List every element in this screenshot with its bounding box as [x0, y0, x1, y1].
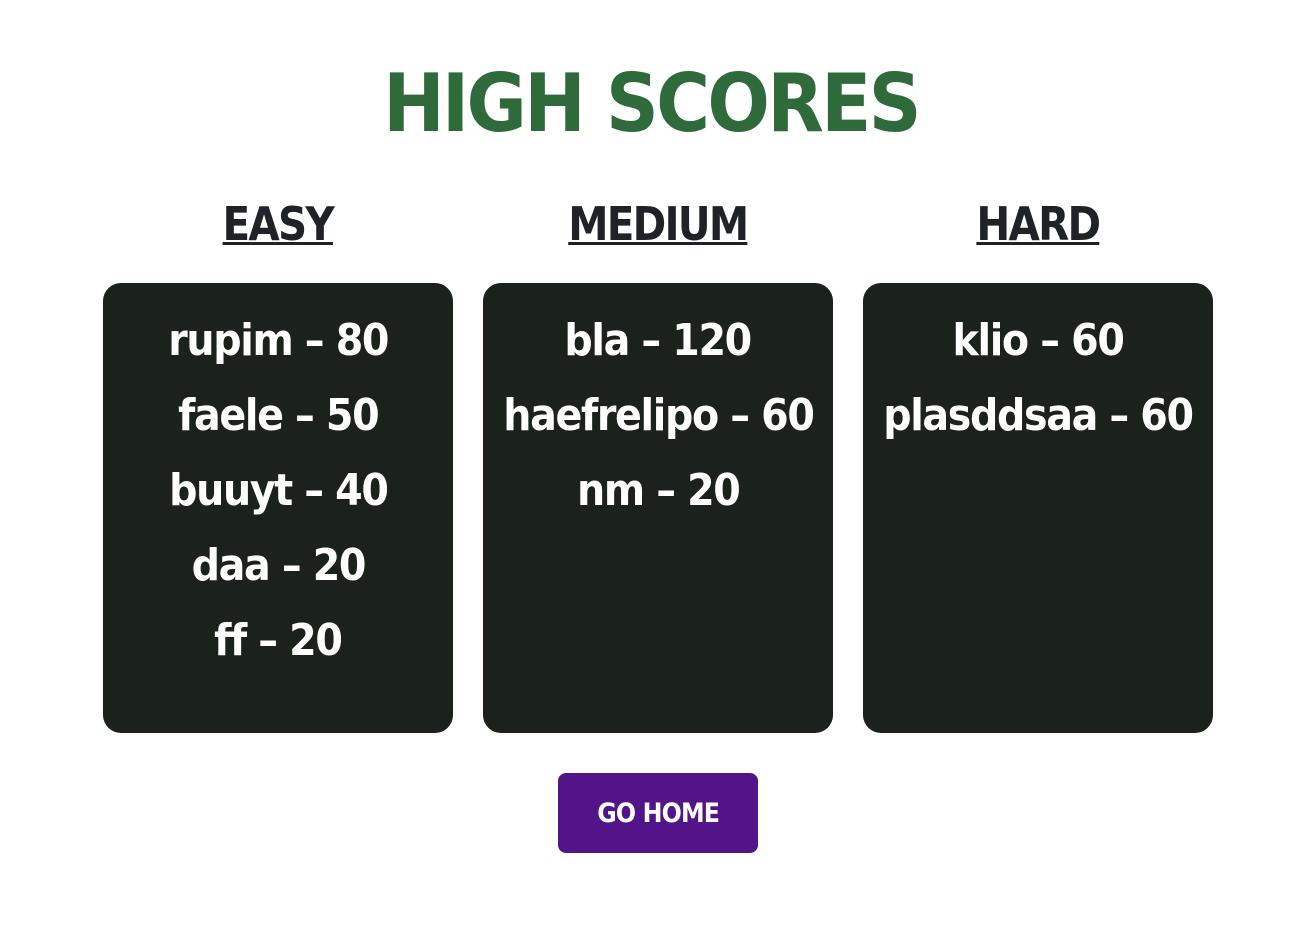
medium-column: MEDIUM bla – 120 haefrelipo – 60 nm – 20 — [483, 196, 833, 733]
score-entry: buuyt – 40 — [168, 465, 389, 516]
page-title: HIGH SCORES — [383, 57, 922, 150]
score-entry: bla – 120 — [564, 315, 753, 366]
hard-heading: HARD — [976, 197, 1102, 251]
medium-score-panel: bla – 120 haefrelipo – 60 nm – 20 — [483, 283, 833, 733]
easy-heading: EASY — [222, 197, 335, 251]
hard-score-panel: klio – 60 plasddsaa – 60 — [863, 283, 1213, 733]
score-entry: daa – 20 — [191, 540, 366, 591]
score-entry: nm – 20 — [576, 465, 741, 516]
score-entry: plasddsaa – 60 — [883, 390, 1194, 441]
easy-column: EASY rupim – 80 faele – 50 buuyt – 40 da… — [103, 196, 453, 733]
score-entry: rupim – 80 — [168, 315, 389, 366]
score-columns: EASY rupim – 80 faele – 50 buuyt – 40 da… — [103, 196, 1213, 733]
score-entry: faele – 50 — [177, 390, 380, 441]
high-scores-page: HIGH SCORES EASY rupim – 80 faele – 50 b… — [0, 0, 1302, 942]
easy-score-panel: rupim – 80 faele – 50 buuyt – 40 daa – 2… — [103, 283, 453, 733]
hard-column: HARD klio – 60 plasddsaa – 60 — [863, 196, 1213, 733]
medium-heading: MEDIUM — [568, 197, 749, 251]
score-entry: haefrelipo – 60 — [502, 390, 815, 441]
score-entry: klio – 60 — [952, 315, 1124, 366]
go-home-label: GO HOME — [597, 797, 720, 829]
go-home-button[interactable]: GO HOME — [558, 773, 758, 853]
score-entry: ff – 20 — [214, 615, 343, 666]
